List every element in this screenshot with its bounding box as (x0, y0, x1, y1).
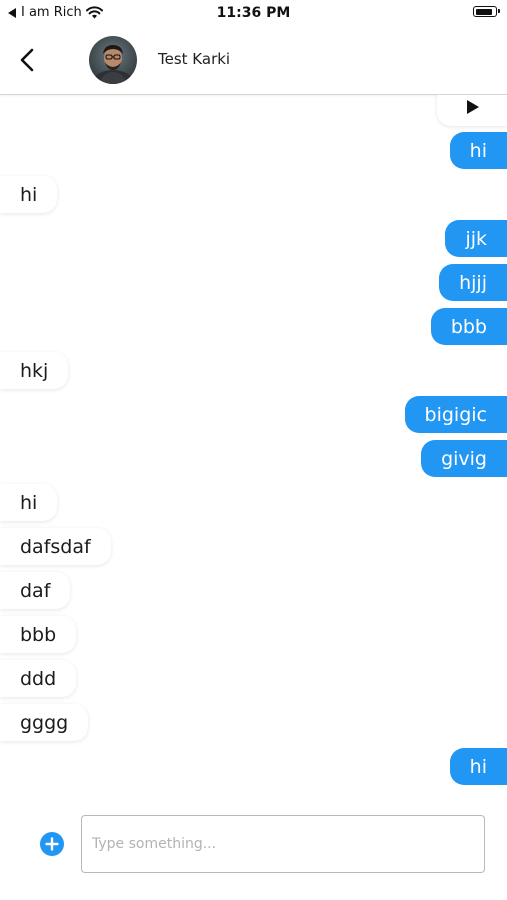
add-attachment-button[interactable] (40, 832, 64, 856)
status-time: 11:36 PM (216, 5, 291, 21)
incoming-message[interactable]: daf (0, 572, 71, 609)
outgoing-message[interactable]: hjjj (439, 264, 507, 301)
contact-name: Test Karki (158, 50, 231, 68)
incoming-message[interactable]: bbb (0, 616, 77, 653)
chevron-left-icon (20, 48, 34, 72)
back-button[interactable] (14, 44, 42, 76)
play-icon[interactable] (466, 99, 480, 115)
audio-message[interactable] (437, 95, 507, 126)
plus-circle-icon (40, 832, 64, 856)
incoming-message[interactable]: gggg (0, 704, 89, 741)
chat-header: Test Karki (0, 28, 507, 95)
avatar[interactable] (89, 36, 137, 84)
message-input[interactable] (81, 815, 485, 873)
outgoing-message[interactable]: hi (449, 748, 507, 785)
incoming-message[interactable]: dafsdaf (0, 528, 111, 565)
battery-icon (473, 6, 500, 17)
incoming-message[interactable]: ddd (0, 660, 77, 697)
outgoing-message[interactable]: bigigic (404, 396, 507, 433)
incoming-message[interactable]: hi (0, 176, 58, 213)
outgoing-message[interactable]: hi (449, 132, 507, 169)
battery-fill (475, 8, 492, 15)
incoming-message[interactable]: hi (0, 484, 58, 521)
status-bar: I am Rich 11:36 PM (0, 0, 507, 28)
outgoing-message[interactable]: bbb (430, 308, 507, 345)
avatar-image (89, 36, 137, 84)
incoming-message[interactable]: hkj (0, 352, 69, 389)
message-list[interactable]: hi hi jjk hjjj bbb hkj bigigic givig hi dafsdaf da… (0, 95, 507, 795)
outgoing-message[interactable]: givig (421, 440, 507, 477)
battery-indicator (473, 6, 500, 17)
outgoing-message[interactable]: jjk (445, 220, 507, 257)
